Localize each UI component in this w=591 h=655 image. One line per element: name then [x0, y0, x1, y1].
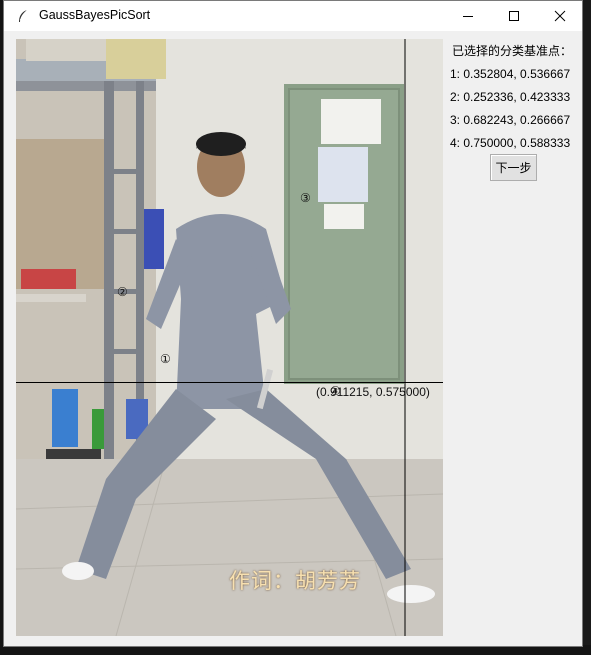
photo-caption: 作词：胡芳芳	[229, 569, 361, 593]
selected-point-1: 1: 0.352804, 0.536667	[450, 67, 571, 81]
maximize-icon	[509, 11, 519, 21]
minimize-icon	[463, 16, 473, 17]
selected-point-2: 2: 0.252336, 0.423333	[450, 90, 571, 104]
app-window: GaussBayesPicSort ① ② ③ ④ (0.911215, 0.5…	[3, 0, 583, 647]
next-step-button[interactable]: 下一步	[490, 154, 537, 181]
image-canvas[interactable]: ① ② ③ ④ (0.911215, 0.575000) 作词：胡芳芳	[16, 39, 443, 636]
selected-point-4: 4: 0.750000, 0.588333	[450, 136, 571, 150]
close-icon	[554, 10, 566, 22]
crosshair	[16, 39, 443, 636]
point-marker-1: ①	[160, 352, 171, 366]
minimize-button[interactable]	[445, 1, 491, 31]
background-terminal-right	[583, 0, 591, 655]
close-button[interactable]	[537, 1, 583, 31]
panel-title: 已选择的分类基准点：	[452, 44, 573, 58]
point-marker-3: ③	[300, 191, 311, 205]
title-bar[interactable]: GaussBayesPicSort	[4, 1, 582, 31]
maximize-button[interactable]	[491, 1, 537, 31]
point-marker-2: ②	[117, 285, 128, 299]
selected-point-3: 3: 0.682243, 0.266667	[450, 113, 571, 127]
window-title: GaussBayesPicSort	[39, 8, 151, 22]
cursor-coordinate-readout: (0.911215, 0.575000)	[316, 385, 430, 399]
feather-icon	[19, 9, 28, 22]
